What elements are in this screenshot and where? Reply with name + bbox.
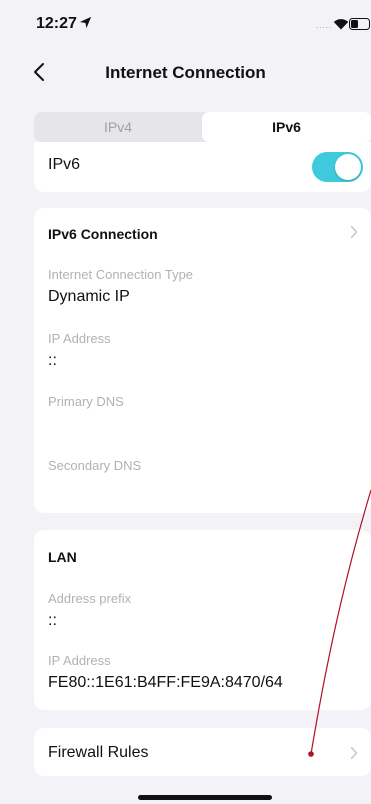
status-bar: 12:27 ..... xyxy=(0,0,371,44)
tab-ipv4[interactable]: IPv4 xyxy=(34,112,202,142)
address-prefix-value: :: xyxy=(48,612,57,629)
secondary-dns-label: Secondary DNS xyxy=(48,458,142,473)
status-time: 12:27 xyxy=(36,15,77,32)
ipv6-toggle-card: IPv6 xyxy=(34,142,371,192)
lan-ip-address-label: IP Address xyxy=(48,653,111,668)
protocol-tabs: IPv4 IPv6 xyxy=(34,112,371,142)
tab-ipv6[interactable]: IPv6 xyxy=(202,112,371,142)
ip-address-label: IP Address xyxy=(48,331,111,346)
ipv6-toggle[interactable] xyxy=(312,152,363,182)
toggle-knob xyxy=(335,154,361,180)
signal-dots: ..... xyxy=(316,21,333,30)
lan-section-title: LAN xyxy=(48,549,77,565)
address-prefix-label: Address prefix xyxy=(48,591,132,606)
firewall-rules-label: Firewall Rules xyxy=(48,744,149,761)
page-title: Internet Connection xyxy=(105,63,266,82)
primary-dns-label: Primary DNS xyxy=(48,394,124,409)
ip-address-value: :: xyxy=(48,352,57,369)
chevron-right-icon xyxy=(350,746,358,760)
nav-bar: Internet Connection xyxy=(0,50,371,94)
ipv6-toggle-label: IPv6 xyxy=(48,156,81,173)
lan-card: LAN Address prefix :: IP Address FE80::1… xyxy=(34,530,371,710)
home-indicator xyxy=(138,795,272,800)
connection-type-value: Dynamic IP xyxy=(48,288,130,305)
connection-type-label: Internet Connection Type xyxy=(48,267,194,282)
lan-ip-address-value: FE80::1E61:B4FF:FE9A:8470/64 xyxy=(48,674,283,691)
location-arrow-icon xyxy=(79,16,92,29)
connection-section-title: IPv6 Connection xyxy=(48,226,158,242)
ipv6-connection-card[interactable]: IPv6 Connection Internet Connection Type… xyxy=(34,208,371,513)
battery-icon xyxy=(349,18,370,30)
firewall-rules-row[interactable]: Firewall Rules xyxy=(34,728,371,776)
wifi-icon xyxy=(333,19,349,30)
chevron-right-icon xyxy=(350,225,358,239)
